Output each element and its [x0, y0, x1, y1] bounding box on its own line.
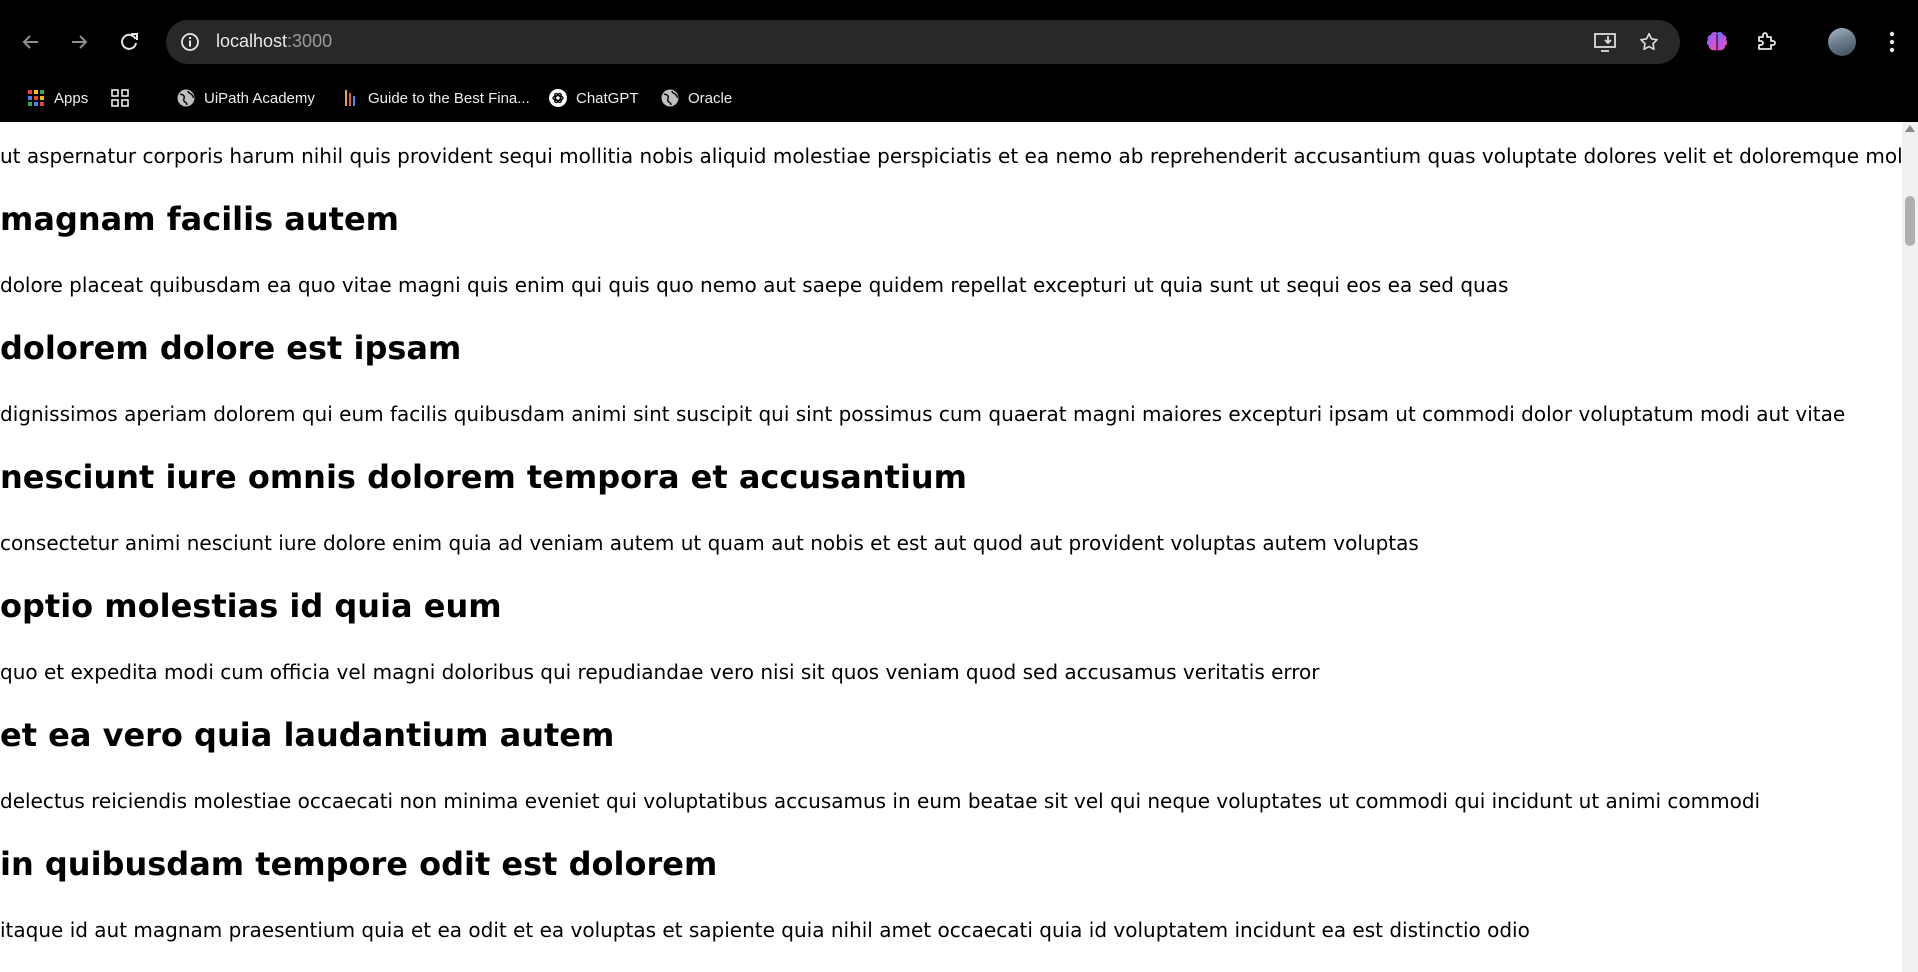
- bookmark-label: ChatGPT: [576, 89, 639, 107]
- post-title: et ea vero quia laudantium autem: [0, 716, 615, 754]
- extensions-puzzle-icon[interactable]: [1748, 24, 1784, 60]
- browser-toolbar: localhost:3000: [0, 0, 1918, 84]
- vertical-scrollbar[interactable]: [1902, 122, 1918, 972]
- post-title: dolorem dolore est ipsam: [0, 329, 462, 367]
- forward-button[interactable]: [61, 24, 97, 60]
- brain-extension-icon[interactable]: [1699, 24, 1735, 60]
- finance-bars-icon: [340, 88, 360, 108]
- address-bar[interactable]: localhost:3000: [166, 20, 1680, 64]
- apps-grid-icon: [26, 88, 46, 108]
- url-text[interactable]: localhost:3000: [216, 31, 332, 52]
- scrollbar-thumb[interactable]: [1905, 196, 1915, 246]
- url-port: :3000: [287, 31, 333, 51]
- bookmark-guide-best-fina[interactable]: Guide to the Best Fina...: [340, 83, 530, 113]
- browser-chrome: localhost:3000 Apps UiPath Academy Guide…: [0, 0, 1918, 122]
- post-body: quo et expedita modi cum officia vel mag…: [0, 660, 1320, 684]
- post-title: magnam facilis autem: [0, 200, 399, 238]
- post-body: delectus reiciendis molestiae occaecati …: [0, 789, 1761, 813]
- bookmark-label: Guide to the Best Fina...: [368, 89, 530, 107]
- bookmark-oracle[interactable]: Oracle: [660, 83, 732, 113]
- post-title: optio molestias id quia eum: [0, 587, 502, 625]
- post-body: itaque id aut magnam praesentium quia et…: [0, 918, 1530, 942]
- profile-avatar[interactable]: [1828, 28, 1856, 56]
- post-body: dolore placeat quibusdam ea quo vitae ma…: [0, 273, 1509, 297]
- menu-kebab-icon[interactable]: [1874, 24, 1910, 60]
- arrow-right-icon: [72, 35, 88, 49]
- install-app-icon[interactable]: [1590, 27, 1620, 57]
- chatgpt-logo-icon: [548, 88, 568, 108]
- reload-icon: [121, 33, 138, 50]
- post-body: consectetur animi nesciunt iure dolore e…: [0, 531, 1419, 555]
- bookmark-uipath-academy[interactable]: UiPath Academy: [176, 83, 315, 113]
- site-info-icon[interactable]: [176, 28, 204, 56]
- bookmark-chatgpt[interactable]: ChatGPT: [548, 83, 639, 113]
- tab-groups-icon: [110, 88, 130, 108]
- post-body: ut aspernatur corporis harum nihil quis …: [0, 144, 1902, 168]
- bookmark-apps[interactable]: Apps: [26, 83, 88, 113]
- bookmarks-bar: Apps UiPath Academy Guide to the Best Fi…: [0, 78, 1918, 120]
- scroll-up-arrow-icon[interactable]: [1905, 125, 1915, 132]
- globe-icon: [176, 88, 196, 108]
- page-content: ut aspernatur corporis harum nihil quis …: [0, 122, 1902, 972]
- arrow-left-icon: [22, 35, 38, 49]
- reload-button[interactable]: [111, 24, 147, 60]
- bookmark-star-icon[interactable]: [1634, 27, 1664, 57]
- url-host: localhost: [216, 31, 288, 51]
- tab-groups-button[interactable]: [110, 83, 130, 113]
- bookmark-label: Apps: [54, 89, 89, 107]
- bookmark-label: UiPath Academy: [204, 89, 315, 107]
- globe-icon: [660, 88, 680, 108]
- bookmark-label: Oracle: [688, 89, 733, 107]
- post-body: dignissimos aperiam dolorem qui eum faci…: [0, 402, 1846, 426]
- back-button[interactable]: [13, 24, 49, 60]
- post-title: nesciunt iure omnis dolorem tempora et a…: [0, 458, 967, 496]
- post-title: in quibusdam tempore odit est dolorem: [0, 845, 718, 883]
